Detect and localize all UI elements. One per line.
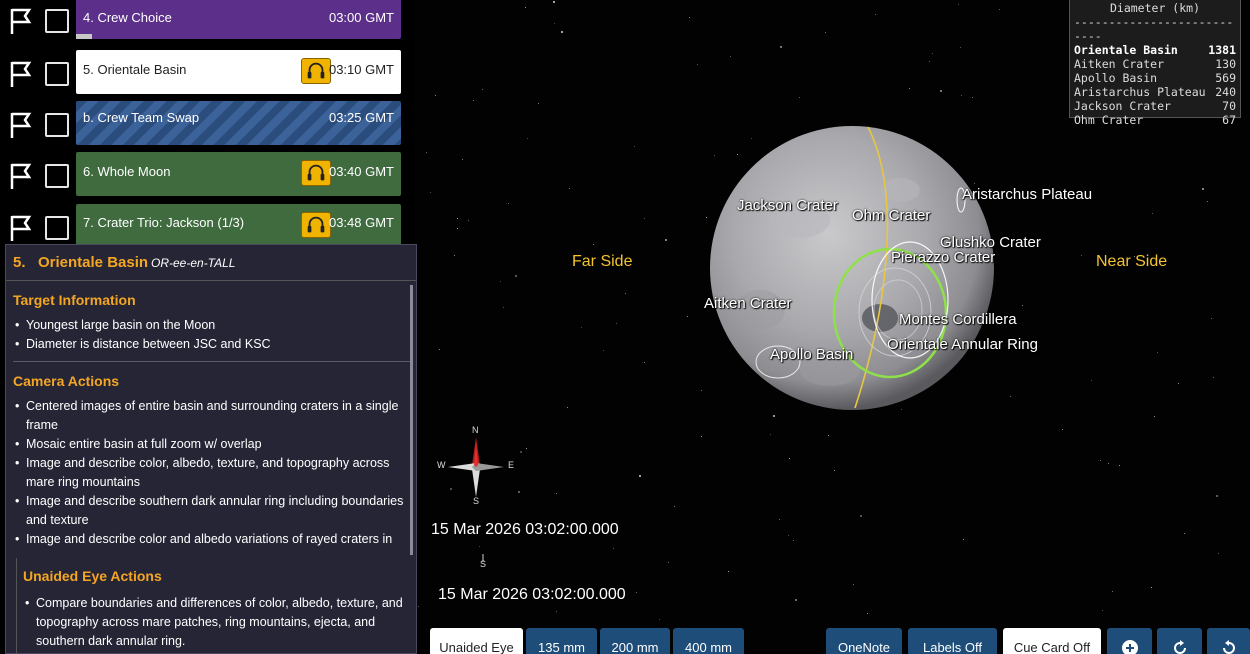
table-cell-value: 130 <box>1215 57 1236 71</box>
label-jackson-crater[interactable]: Jackson Crater <box>737 197 838 214</box>
unaided-eye-button[interactable]: Unaided Eye <box>430 628 523 654</box>
lens-200-button[interactable]: 200 mm <box>600 628 670 654</box>
table-cell-value: 240 <box>1215 85 1236 99</box>
compass-n: N <box>472 425 479 435</box>
compass-e: E <box>508 460 515 470</box>
diameter-table: Diameter (km) --------------------------… <box>1069 0 1241 127</box>
table-cell-value: 1381 <box>1208 43 1236 57</box>
label-pierazzo-crater[interactable]: Pierazzo Crater <box>891 249 995 266</box>
labels-off-button[interactable]: Labels Off <box>908 628 997 654</box>
timestamp-secondary: 15 Mar 2026 03:02:00.000 <box>438 586 626 603</box>
table-cell-name: Apollo Basin <box>1074 71 1158 85</box>
zoom-in-button[interactable] <box>1107 628 1152 654</box>
rotate-cw-button[interactable] <box>1157 628 1202 654</box>
onenote-button[interactable]: OneNote <box>826 628 902 654</box>
rotate-ccw-button[interactable] <box>1207 628 1250 654</box>
label-ohm-crater[interactable]: Ohm Crater <box>852 207 930 224</box>
cue-card-off-button[interactable]: Cue Card Off <box>1003 628 1101 654</box>
rotate-ccw-icon <box>1222 640 1235 654</box>
table-row: Jackson Crater 70 <box>1074 99 1236 113</box>
timestamp-primary: 15 Mar 2026 03:02:00.000 <box>431 521 619 538</box>
table-row: Aitken Crater 130 <box>1074 57 1236 71</box>
table-row: Apollo Basin 569 <box>1074 71 1236 85</box>
table-cell-value: 569 <box>1215 71 1236 85</box>
table-cell-name: Aitken Crater <box>1074 57 1165 71</box>
mini-compass-s: S <box>480 559 487 569</box>
label-aristarchus-plateau[interactable]: Aristarchus Plateau <box>962 186 1092 203</box>
table-cell-name: Aristarchus Plateau <box>1074 85 1206 99</box>
near-side-label: Near Side <box>1096 253 1168 270</box>
table-row: Aristarchus Plateau 240 <box>1074 85 1236 99</box>
diameter-table-divider: --------------------------- <box>1074 15 1234 43</box>
far-side-label: Far Side <box>572 253 633 270</box>
moon-globe[interactable] <box>0 0 1250 654</box>
lens-135-button[interactable]: 135 mm <box>526 628 597 654</box>
compass-w: W <box>437 460 446 470</box>
label-montes-cordillera[interactable]: Montes Cordillera <box>899 311 1017 328</box>
table-cell-name: Jackson Crater <box>1074 99 1171 113</box>
lens-400-button[interactable]: 400 mm <box>673 628 744 654</box>
app-root: 4. Crew Choice 03:00 GMT 5. Orientale Ba… <box>0 0 1250 654</box>
table-cell-value: 67 <box>1222 113 1236 127</box>
table-row: Orientale Basin 1381 <box>1074 43 1236 57</box>
label-aitken-crater[interactable]: Aitken Crater <box>704 295 792 312</box>
diameter-table-header: Diameter (km) <box>1109 1 1200 15</box>
label-orientale-annular-ring[interactable]: Orientale Annular Ring <box>887 336 1038 353</box>
table-cell-name: Ohm Crater <box>1074 113 1144 127</box>
table-cell-name: Orientale Basin <box>1074 43 1178 57</box>
table-row: Ohm Crater 67 <box>1074 113 1236 127</box>
plus-icon <box>1121 640 1138 654</box>
table-cell-value: 70 <box>1222 99 1236 113</box>
compass-rose: N S E W <box>436 425 516 509</box>
rotate-cw-icon <box>1173 640 1186 654</box>
compass-s: S <box>473 496 480 506</box>
label-apollo-basin[interactable]: Apollo Basin <box>770 346 853 363</box>
